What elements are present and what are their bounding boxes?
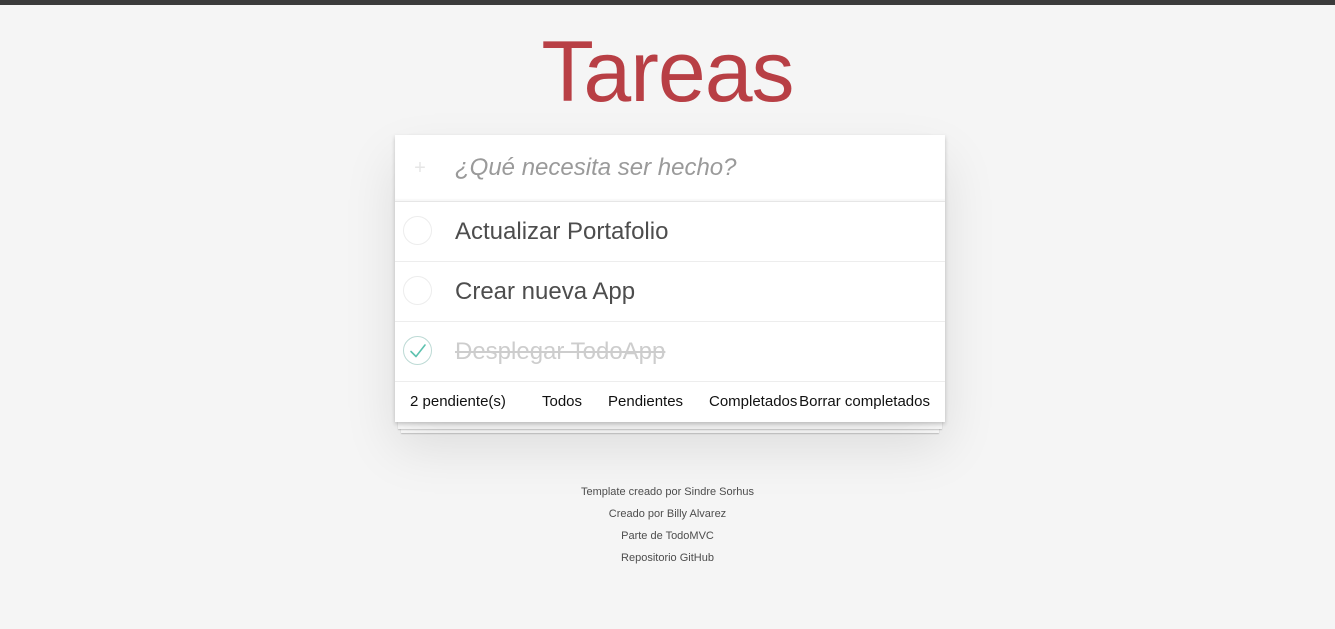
new-todo-input[interactable] — [455, 135, 925, 201]
info-github-link[interactable]: Repositorio GitHub — [0, 547, 1335, 569]
todo-label[interactable]: Desplegar TodoApp — [455, 322, 665, 381]
clear-completed-button[interactable]: Borrar completados — [799, 382, 930, 422]
pending-count: 2 pendiente(s) — [410, 393, 506, 410]
todo-toggle[interactable] — [403, 276, 432, 305]
info-template-credit[interactable]: Template creado por Sindre Sorhus — [0, 481, 1335, 503]
info-todomvc-link[interactable]: Parte de TodoMVC — [0, 525, 1335, 547]
new-todo-row: + — [395, 135, 945, 202]
filter-completed[interactable]: Completados — [709, 382, 797, 422]
todo-app: + Actualizar Portafolio Crear nueva App … — [395, 135, 945, 422]
info-author-credit[interactable]: Creado por Billy Alvarez — [0, 503, 1335, 525]
page-title: Tareas — [541, 24, 794, 120]
todo-toggle-checked[interactable] — [403, 336, 432, 365]
info-footer: Template creado por Sindre Sorhus Creado… — [0, 481, 1335, 569]
todo-toggle[interactable] — [403, 216, 432, 245]
filter-active[interactable]: Pendientes — [608, 382, 683, 422]
filter-all[interactable]: Todos — [542, 382, 582, 422]
todo-item: Crear nueva App — [395, 262, 945, 322]
top-bar — [0, 0, 1335, 5]
check-icon — [410, 344, 426, 358]
stack-shadow-1 — [398, 421, 942, 429]
todo-item-completed: Desplegar TodoApp — [395, 322, 945, 382]
todo-footer: 2 pendiente(s) Todos Pendientes Completa… — [395, 382, 945, 422]
todo-label[interactable]: Actualizar Portafolio — [455, 202, 668, 261]
todo-item: Actualizar Portafolio — [395, 202, 945, 262]
plus-icon[interactable]: + — [413, 157, 427, 179]
todo-label[interactable]: Crear nueva App — [455, 262, 635, 321]
